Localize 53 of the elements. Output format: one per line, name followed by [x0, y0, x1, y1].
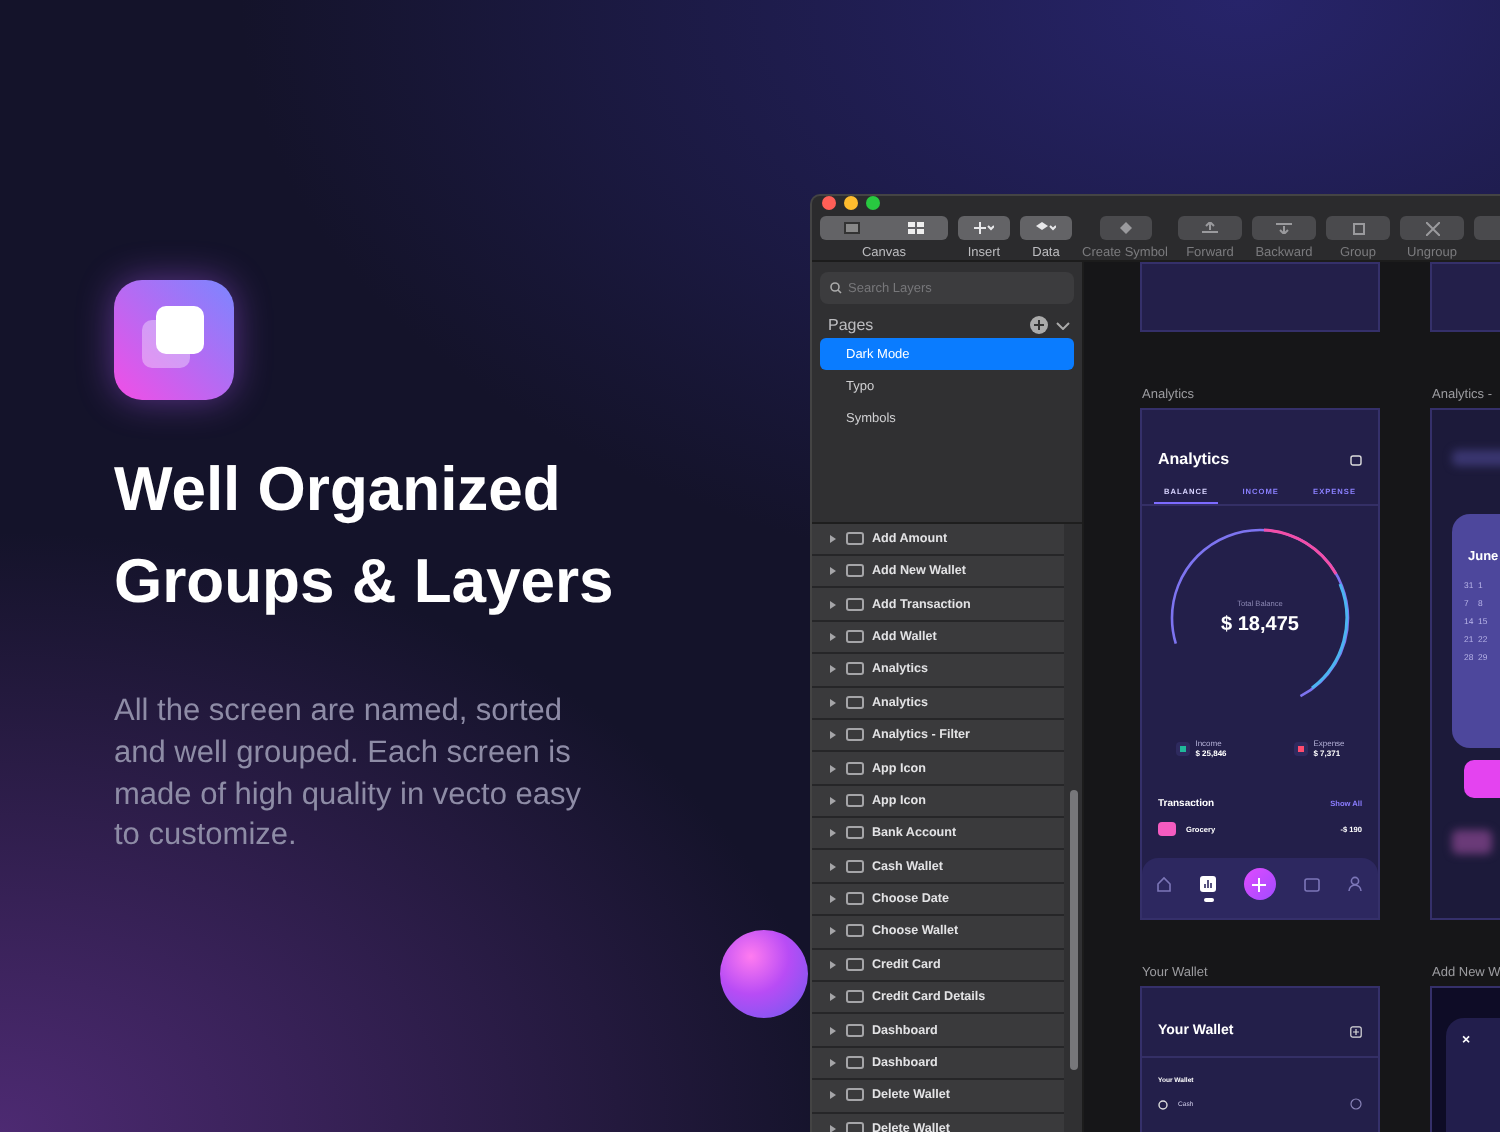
- disclosure-triangle-icon[interactable]: [828, 697, 838, 708]
- maximize-button[interactable]: [866, 196, 880, 210]
- screen-title: Analytics: [1158, 450, 1230, 468]
- blurred-row: [1452, 830, 1492, 854]
- backward-icon: [1276, 222, 1292, 234]
- disclosure-triangle-icon[interactable]: [828, 1090, 838, 1101]
- disclosure-triangle-icon[interactable]: [828, 631, 838, 642]
- disclosure-triangle-icon[interactable]: [828, 599, 838, 610]
- minimize-button[interactable]: [844, 196, 858, 210]
- category-icon: [1158, 822, 1176, 836]
- description: All the screen are named, sorted and well grouped. Each screen is made of high quality in vecto easy to customize.: [114, 692, 583, 857]
- headline: Well Organized Groups & Layers: [114, 452, 616, 620]
- active-indicator: [1203, 897, 1214, 901]
- total-balance-amount: $ 18,475: [1221, 614, 1299, 636]
- grid-view-icon: [908, 222, 924, 234]
- disclosure-triangle-icon[interactable]: [828, 664, 838, 675]
- nav-button[interactable]: [1243, 868, 1276, 900]
- add-page-icon[interactable]: [1030, 316, 1048, 334]
- disclosure-triangle-icon[interactable]: [828, 894, 838, 905]
- disclosure-triangle-icon[interactable]: [828, 730, 838, 741]
- plus-icon: [974, 222, 994, 234]
- chevron-down-icon[interactable]: [1056, 321, 1070, 329]
- disclosure-triangle-icon[interactable]: [828, 959, 838, 970]
- disclosure-triangle-icon[interactable]: [828, 1058, 838, 1069]
- plus-icon: [1350, 1025, 1362, 1037]
- chart-icon: [1200, 876, 1217, 892]
- diamond-icon: [1119, 222, 1131, 234]
- ungroup-icon: [1425, 221, 1439, 235]
- sphere-drawing: [720, 930, 808, 1018]
- disclosure-triangle-icon[interactable]: [828, 926, 838, 937]
- layers-icon: [1036, 222, 1056, 234]
- user-icon: [1348, 876, 1363, 892]
- disclosure-triangle-icon[interactable]: [828, 795, 838, 806]
- home-icon: [1156, 876, 1173, 892]
- canvas-view-icon: [844, 222, 860, 234]
- wallet-icon: [1303, 877, 1320, 891]
- pages-heading: Pages: [828, 316, 874, 334]
- forward-icon: [1202, 222, 1218, 234]
- disclosure-triangle-icon[interactable]: [828, 1025, 838, 1036]
- disclosure-triangle-icon[interactable]: [828, 992, 838, 1003]
- disclosure-triangle-icon[interactable]: [828, 533, 838, 544]
- disclosure-triangle-icon[interactable]: [828, 566, 838, 577]
- group-icon: [1351, 221, 1365, 235]
- disclosure-triangle-icon[interactable]: [828, 1123, 838, 1132]
- disclosure-triangle-icon[interactable]: [828, 828, 838, 839]
- disclosure-triangle-icon[interactable]: [828, 861, 838, 872]
- nav-button[interactable]: [1199, 875, 1218, 893]
- search-icon: [830, 282, 844, 294]
- close-button[interactable]: [822, 196, 836, 210]
- app-icon: [114, 280, 234, 400]
- disclosure-triangle-icon[interactable]: [828, 763, 838, 773]
- radio-icon: [1350, 1098, 1362, 1110]
- plus-icon: [1252, 877, 1267, 891]
